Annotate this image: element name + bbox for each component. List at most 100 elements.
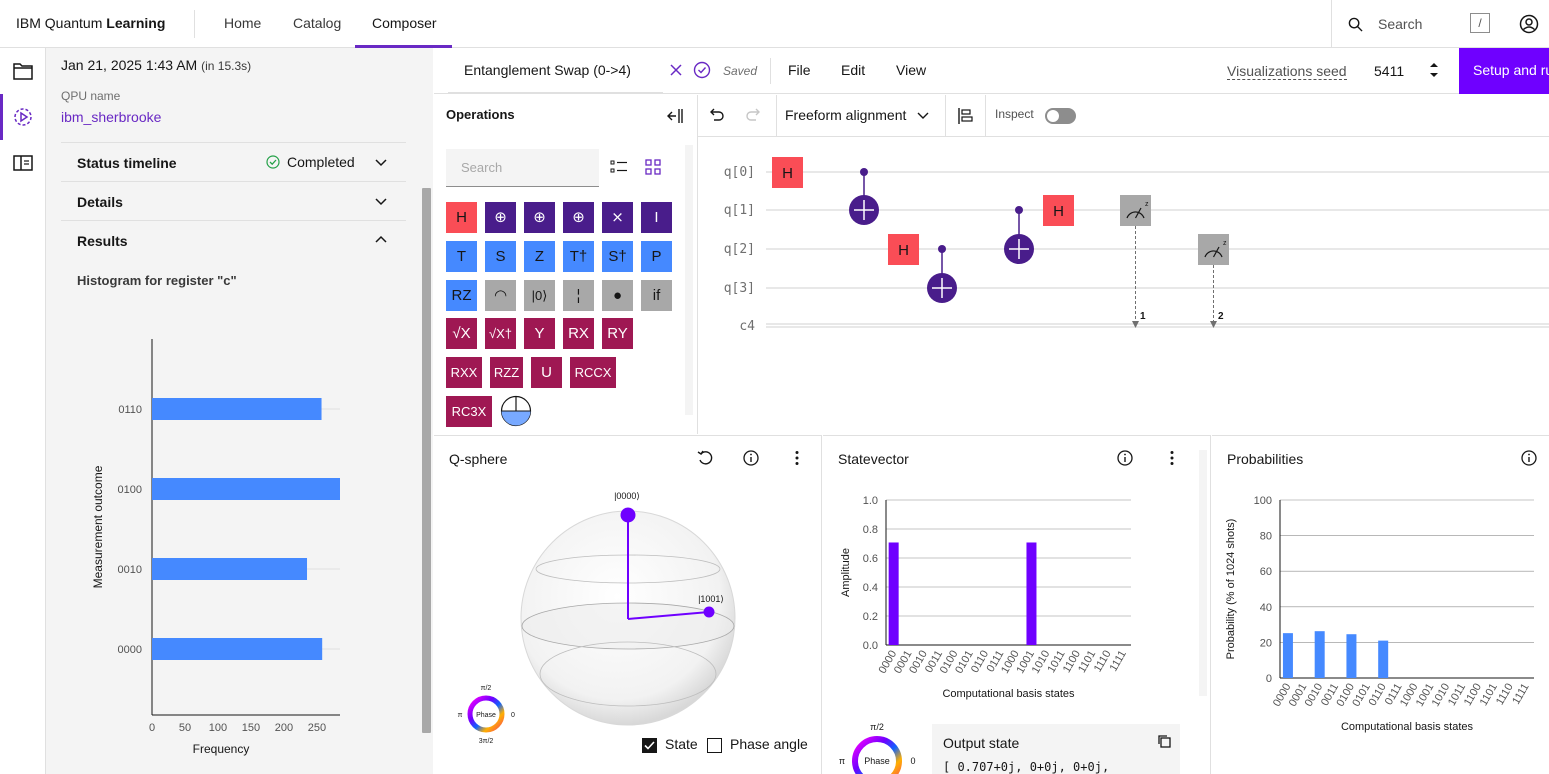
gate-0-3[interactable]: ⊕ <box>563 202 594 233</box>
saved-check-icon <box>693 61 711 79</box>
y-tick-label: 0.8 <box>863 524 878 536</box>
stepper-icon[interactable] <box>1429 60 1439 80</box>
gate-3-1[interactable]: √X† <box>485 318 516 350</box>
h-gate[interactable]: H <box>772 157 803 188</box>
gate-1-0[interactable]: T <box>446 240 477 272</box>
gate-1-3[interactable]: T† <box>563 240 594 272</box>
measure-gate[interactable]: z2 <box>1198 234 1229 328</box>
overflow-menu-icon[interactable] <box>794 450 800 466</box>
state-label-1001: |1001⟩ <box>698 594 724 604</box>
h-gate[interactable]: H <box>1043 195 1074 226</box>
gate-1-4[interactable]: S† <box>602 240 633 272</box>
cnot-gate[interactable] <box>1004 206 1034 264</box>
h-gate[interactable]: H <box>888 234 919 265</box>
results-row[interactable]: Results <box>61 220 406 259</box>
menu-file[interactable]: File <box>788 62 811 78</box>
y-tick-label: 0.6 <box>863 553 878 565</box>
y-tick-label: 0010 <box>118 564 142 576</box>
scrollbar-thumb[interactable] <box>422 188 431 733</box>
seed-label[interactable]: Visualizations seed <box>1227 63 1347 80</box>
chart-xlabel: Computational basis states <box>942 688 1075 700</box>
gate-2-0[interactable]: RZ <box>446 279 477 311</box>
circuit-canvas[interactable]: q[0] q[1] q[2] q[3] c4 H H H z1 z2 <box>698 138 1549 434</box>
gate-3-0[interactable]: √X <box>446 318 477 350</box>
nav-composer[interactable]: Composer <box>372 15 437 31</box>
info-icon[interactable] <box>1521 450 1537 466</box>
gate-2-4[interactable]: ● <box>602 279 633 311</box>
qubit-label-0: q[0] <box>724 165 755 180</box>
gate-3-4[interactable]: RY <box>602 318 633 350</box>
gate-0-2[interactable]: ⊕ <box>524 202 555 233</box>
gate-1-2[interactable]: Z <box>524 240 555 272</box>
menu-view[interactable]: View <box>896 62 926 78</box>
operations-search-input[interactable]: Search <box>446 149 599 187</box>
grid-view-icon[interactable] <box>645 159 661 175</box>
phase-disk-icon[interactable] <box>500 395 532 427</box>
gate-0-5[interactable]: I <box>641 202 672 233</box>
nav-catalog[interactable]: Catalog <box>293 15 341 31</box>
undo-icon[interactable] <box>708 107 724 123</box>
gate-2-2[interactable]: |0⟩ <box>524 279 555 311</box>
docs-icon[interactable] <box>13 154 33 172</box>
gate-0-1[interactable]: ⊕ <box>485 202 516 233</box>
gate-0-4[interactable]: ⨯ <box>602 202 633 233</box>
info-icon[interactable] <box>1117 450 1133 466</box>
gate-1-5[interactable]: P <box>641 240 672 272</box>
gate-3-2[interactable]: Y <box>524 318 555 350</box>
phase-angle-checkbox[interactable] <box>707 738 722 753</box>
redo-icon[interactable] <box>746 107 762 123</box>
list-view-icon[interactable] <box>610 159 628 175</box>
x-tick-label: 1110 <box>1494 682 1516 708</box>
close-icon[interactable] <box>670 64 682 76</box>
gate-5-0[interactable]: RC3X <box>446 396 492 427</box>
job-date: Jan 21, 2025 1:43 AM (in 15.3s) <box>61 57 251 73</box>
gate-0-0[interactable]: H <box>446 202 477 233</box>
seed-value[interactable]: 5411 <box>1374 63 1404 79</box>
alignment-dropdown[interactable]: Freeform alignment <box>785 107 906 123</box>
info-icon[interactable] <box>743 450 759 466</box>
setup-and-run-button[interactable]: Setup and ru <box>1459 48 1549 94</box>
jobs-icon[interactable] <box>13 107 33 127</box>
gate-2-5[interactable]: if <box>641 279 672 311</box>
gate-4-0[interactable]: RXX <box>446 357 482 389</box>
gate-2-1[interactable]: ◠ <box>485 279 516 311</box>
job-duration: (in 15.3s) <box>201 59 252 73</box>
user-avatar-icon[interactable] <box>1519 14 1539 34</box>
align-left-icon[interactable] <box>957 107 973 125</box>
inspect-toggle[interactable] <box>1045 108 1076 124</box>
top-navigation-bar: IBM Quantum Learning Home Catalog Compos… <box>0 0 1549 48</box>
status-timeline-row[interactable]: Status timeline Completed <box>61 142 406 181</box>
details-row[interactable]: Details <box>61 181 406 220</box>
cnot-gate[interactable] <box>849 168 879 225</box>
state-checkbox[interactable] <box>642 738 657 753</box>
state-point-0000[interactable] <box>620 507 636 523</box>
gate-2-3[interactable]: ¦ <box>563 279 594 311</box>
qpu-name-link[interactable]: ibm_sherbrooke <box>61 109 161 125</box>
circuit-file-name[interactable]: Entanglement Swap (0->4) <box>464 62 631 78</box>
qubit-label-2: q[2] <box>724 242 755 257</box>
qsphere-visualization[interactable]: |0000⟩ |1001⟩ <box>514 486 744 731</box>
folder-icon[interactable] <box>13 62 33 80</box>
operations-title: Operations <box>446 107 515 122</box>
copy-icon[interactable] <box>1156 733 1172 749</box>
nav-home[interactable]: Home <box>224 15 261 31</box>
reset-view-icon[interactable] <box>697 450 713 466</box>
overflow-menu-icon[interactable] <box>1169 450 1175 466</box>
x-tick-label: 1111 <box>1108 649 1129 674</box>
chart-ylabel: Probability (% of 1024 shots) <box>1225 519 1237 660</box>
brand-logo[interactable]: IBM Quantum Learning <box>16 15 165 31</box>
histogram-bar <box>152 478 340 500</box>
gate-1-1[interactable]: S <box>485 240 516 272</box>
collapse-panel-icon[interactable] <box>666 108 684 124</box>
ops-scrollbar[interactable] <box>685 145 693 415</box>
gate-4-2[interactable]: U <box>531 357 562 389</box>
panel-scrollbar[interactable] <box>1199 450 1207 696</box>
cnot-gate[interactable] <box>927 245 957 303</box>
gate-3-3[interactable]: RX <box>563 318 594 350</box>
state-point-1001[interactable] <box>703 606 715 618</box>
measure-bit-2: 2 <box>1218 311 1224 322</box>
measure-gate[interactable]: z1 <box>1120 195 1151 328</box>
gate-4-1[interactable]: RZZ <box>490 357 523 389</box>
gate-4-3[interactable]: RCCX <box>570 357 616 389</box>
menu-edit[interactable]: Edit <box>841 62 865 78</box>
